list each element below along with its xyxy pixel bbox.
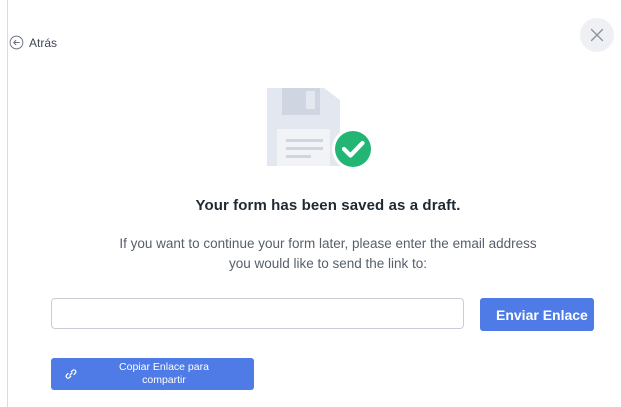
- email-input[interactable]: [51, 298, 464, 329]
- message-line-2: you would like to send the link to:: [228, 256, 428, 271]
- back-label: Atrás: [29, 35, 58, 50]
- save-draft-modal: Atrás Your form has been saved as a draf…: [0, 0, 621, 407]
- dialog-title: Your form has been saved as a draft.: [195, 197, 461, 214]
- send-link-button[interactable]: Enviar Enlace: [480, 298, 594, 331]
- close-button[interactable]: [580, 18, 614, 52]
- copy-link-label-line-1: Copiar Enlace para: [119, 361, 209, 373]
- copy-link-label-line-2: compartir: [142, 373, 186, 386]
- link-icon: [65, 369, 77, 379]
- copy-link-label: Copiar Enlace para compartir: [89, 361, 239, 386]
- floppy-disk-checkmark-icon: [267, 88, 374, 170]
- arrow-left-circle-icon: [9, 35, 24, 50]
- message-line-1: If you want to continue your form later,…: [119, 236, 537, 251]
- close-icon: [590, 28, 604, 42]
- back-link[interactable]: Atrás: [9, 35, 57, 50]
- saved-draft-illustration: [263, 88, 378, 172]
- modal-left-border: [7, 0, 8, 407]
- dialog-message: If you want to continue your form later,…: [40, 234, 616, 274]
- copy-link-button[interactable]: Copiar Enlace para compartir: [51, 358, 254, 390]
